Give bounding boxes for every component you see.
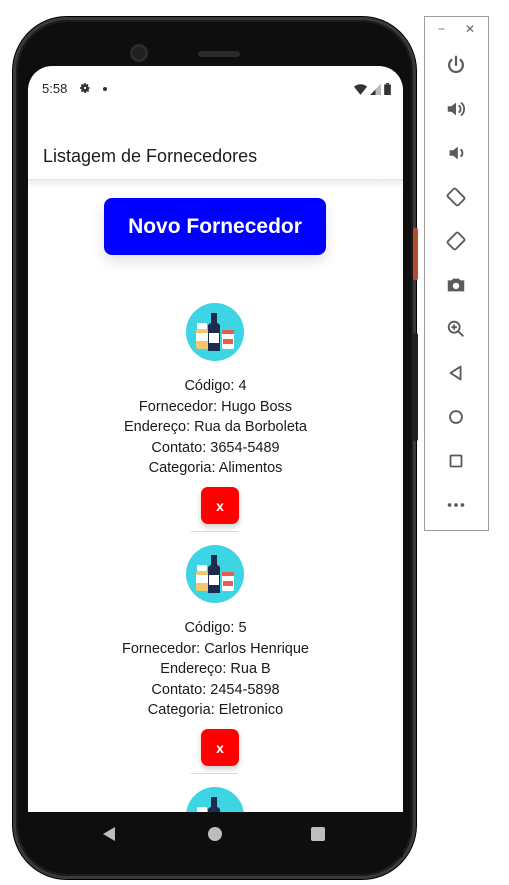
- supplier-name: Fornecedor: Hugo Boss: [138, 398, 293, 415]
- earpiece: [198, 51, 240, 57]
- products-icon: [186, 787, 244, 812]
- status-time: 5:58: [42, 81, 68, 96]
- volume-down-icon[interactable]: [444, 141, 468, 165]
- wifi-icon: [354, 84, 367, 95]
- supplier-list[interactable]: Novo Fornecedor Código: 4 Fornecedor: Hu…: [28, 188, 403, 812]
- supplier-code: Código: 4: [184, 378, 247, 394]
- supplier-address: Endereço: Rua B: [160, 661, 271, 677]
- emulator-toolbar: − ✕: [424, 16, 489, 531]
- more-icon[interactable]: [444, 493, 468, 517]
- overview-icon[interactable]: [444, 449, 468, 473]
- front-camera: [130, 44, 148, 62]
- supplier-code: Código: 5: [184, 620, 247, 636]
- supplier-name: Fornecedor: Carlos Henrique: [122, 640, 309, 657]
- card-divider: [191, 773, 238, 774]
- app-bar: Listagem de Fornecedores: [28, 110, 403, 180]
- supplier-category: Categoria: Eletronico: [147, 702, 284, 718]
- page-title: Listagem de Fornecedores: [43, 146, 258, 166]
- supplier-details: Código: 5 Fornecedor: Carlos Henrique En…: [28, 618, 403, 721]
- supplier-details: Código: 4 Fornecedor: Hugo Boss Endereço…: [28, 376, 403, 479]
- new-supplier-button[interactable]: Novo Fornecedor: [104, 198, 326, 255]
- delete-supplier-button[interactable]: x: [201, 729, 239, 766]
- side-button-volume[interactable]: [413, 333, 418, 441]
- supplier-address: Endereço: Rua da Borboleta: [124, 419, 307, 435]
- power-icon[interactable]: [444, 53, 468, 77]
- rotate-right-icon[interactable]: [444, 229, 468, 253]
- side-button-power[interactable]: [413, 228, 418, 280]
- delete-supplier-button[interactable]: x: [201, 487, 239, 524]
- rotate-left-icon[interactable]: [444, 185, 468, 209]
- zoom-icon[interactable]: [444, 317, 468, 341]
- home-icon[interactable]: [208, 827, 222, 841]
- device-screen: 5:58 Listagem de Fornecedores Novo Forne…: [28, 66, 403, 812]
- camera-icon[interactable]: [444, 273, 468, 297]
- back-icon[interactable]: [444, 361, 468, 385]
- close-icon[interactable]: ✕: [465, 22, 475, 36]
- app-bar-shadow: [28, 180, 403, 188]
- volume-up-icon[interactable]: [444, 97, 468, 121]
- card-divider: [191, 531, 238, 532]
- supplier-contact: Contato: 3654-5489: [151, 439, 280, 456]
- back-icon[interactable]: [103, 827, 115, 841]
- battery-icon: [384, 83, 391, 95]
- products-icon: [186, 545, 244, 603]
- emulator-stage: 5:58 Listagem de Fornecedores Novo Forne…: [0, 0, 509, 885]
- gear-icon: [80, 83, 90, 93]
- products-icon: [186, 303, 244, 361]
- new-supplier-button-container: Novo Fornecedor: [104, 198, 326, 255]
- home-icon[interactable]: [444, 405, 468, 429]
- dot-icon: [103, 87, 107, 91]
- overview-icon[interactable]: [311, 827, 325, 841]
- minimize-icon[interactable]: −: [438, 22, 445, 36]
- system-nav-bar: [28, 812, 403, 857]
- supplier-category: Categoria: Alimentos: [148, 460, 283, 476]
- supplier-contact: Contato: 2454-5898: [151, 681, 280, 698]
- status-bar: 5:58: [28, 66, 403, 110]
- signal-icon: [370, 84, 381, 95]
- status-icons: [354, 82, 391, 95]
